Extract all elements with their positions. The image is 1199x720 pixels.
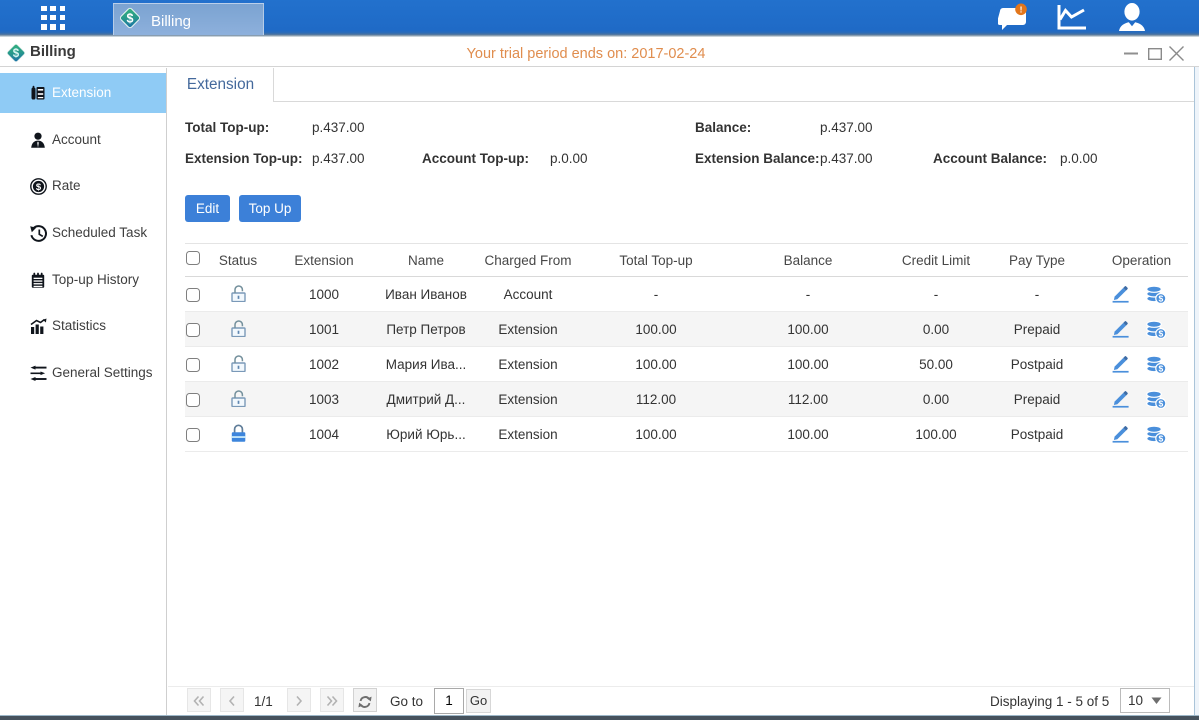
svg-text:$: $ [127,11,134,25]
svg-text:$: $ [1158,363,1163,373]
svg-text:$: $ [36,182,42,193]
svg-text:$: $ [1158,328,1163,338]
svg-text:!: ! [1020,5,1023,15]
svg-text:$: $ [1158,433,1163,443]
svg-text:$: $ [1158,398,1163,408]
svg-text:$: $ [1158,293,1163,303]
